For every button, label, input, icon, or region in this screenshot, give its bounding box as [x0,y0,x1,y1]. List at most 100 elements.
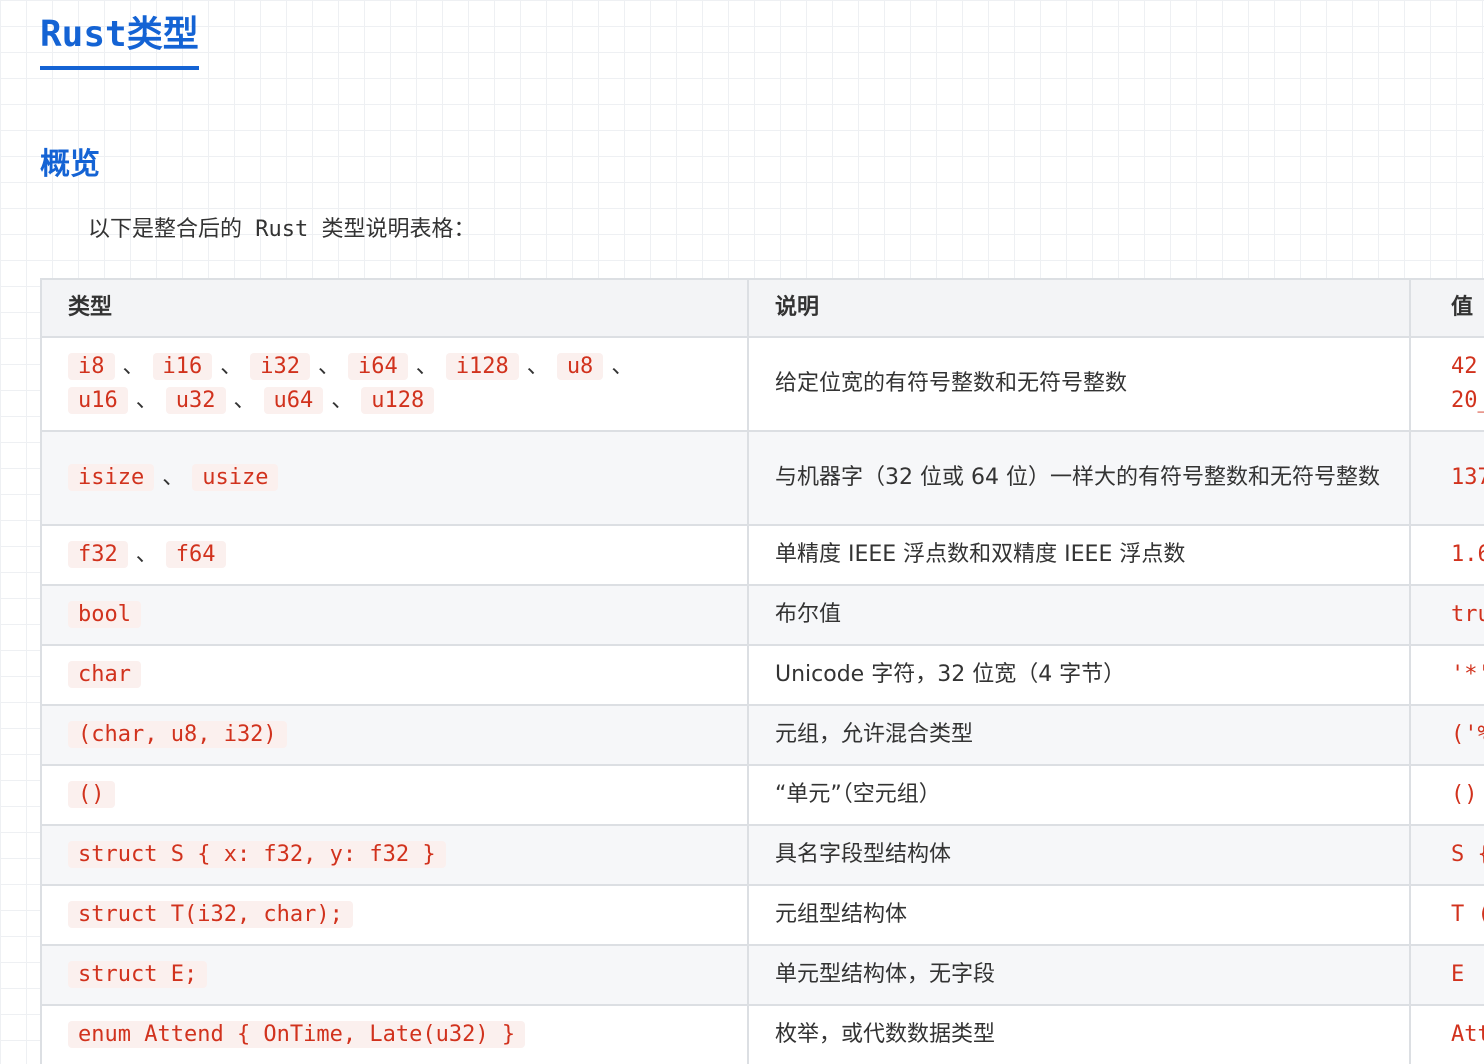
type-cell: struct E; [40,944,749,1006]
header-description: 说明 [747,278,1411,338]
type-code: () [68,781,115,808]
value-text: Att [1451,1022,1484,1047]
table-row: enum Attend { OnTime, Late(u32) } 枚举，或代数数… [40,1004,1484,1064]
rust-types-table: 类型 说明 值 i8 、 i16 、 i32 、 i64 、 i128 、 u8 、 u16 、 u32 、 u… [40,278,1484,1064]
table-row: struct E; 单元型结构体，无字段 E [40,944,1484,1006]
type-separator: 、 [220,354,243,379]
type-code: u16 [68,387,128,414]
type-code: f32 [68,541,128,568]
type-code: i128 [445,353,519,380]
type-code: struct E; [68,961,208,988]
document-page: Rust类型 概览 以下是整合后的 Rust 类型说明表格： 类型 说明 值 i… [40,0,1484,1064]
type-code: f64 [165,541,226,568]
header-value: 值 [1409,278,1484,338]
value-cell: ('% [1409,704,1484,766]
value-cell: T ( [1409,884,1484,946]
type-code: i32 [250,353,311,380]
types-table-container: 类型 说明 值 i8 、 i16 、 i32 、 i64 、 i128 、 u8 、 u16 、 u32 、 u… [40,278,1484,1064]
type-code: i64 [348,353,408,380]
type-code: enum Attend { OnTime, Late(u32) } [68,1021,526,1048]
value-text: S { [1451,842,1484,867]
type-cell: i8 、 i16 、 i32 、 i64 、 i128 、 u8 、 u16 、 u32 、 u64 、 u128 [40,336,749,432]
value-cell: 1.6 [1409,524,1484,586]
value-text: ('% [1451,722,1484,747]
value-text: E [1451,962,1465,987]
intro-paragraph: 以下是整合后的 Rust 类型说明表格： [88,217,476,242]
value-text: 20_ [1451,388,1484,413]
type-cell: bool [40,584,749,646]
type-code: i16 [152,353,213,380]
table-row: bool 布尔值 tru [40,584,1484,646]
type-cell: (char, u8, i32) [40,704,749,766]
type-code: usize [192,464,279,491]
description-cell: “单元”（空元组） [747,764,1411,826]
type-separator: 、 [162,465,185,490]
type-cell: struct S { x: f32, y: f32 } [40,824,749,886]
description-cell: 布尔值 [747,584,1411,646]
header-type: 类型 [40,278,749,338]
value-cell: () [1409,764,1484,826]
table-row: struct S { x: f32, y: f32 } 具名字段型结构体 S { [40,824,1484,886]
value-text: 42 [1451,354,1478,379]
value-text: T ( [1451,902,1484,927]
type-separator: 、 [331,388,354,413]
type-separator: 、 [135,542,158,567]
type-code: bool [68,601,141,628]
type-cell: f32 、 f64 [40,524,749,586]
type-separator: 、 [526,354,549,379]
value-cell: 4220_ [1409,336,1484,432]
value-cell: S { [1409,824,1484,886]
type-code: isize [68,464,155,491]
table-row: () “单元”（空元组） () [40,764,1484,826]
value-cell: '*' [1409,644,1484,706]
table-row: isize 、 usize 与机器字（32 位或 64 位）一样大的有符号整数和无符号… [40,430,1484,526]
value-text: () [1451,782,1478,807]
type-code: u8 [556,353,604,380]
description-cell: 枚举，或代数数据类型 [747,1004,1411,1064]
description-cell: Unicode 字符，32 位宽（4 字节） [747,644,1411,706]
type-cell: () [40,764,749,826]
type-code: u128 [361,387,435,414]
description-cell: 与机器字（32 位或 64 位）一样大的有符号整数和无符号整数 [747,430,1411,526]
table-row: i8 、 i16 、 i32 、 i64 、 i128 、 u8 、 u16 、 u32 、 u64 、 u128 给… [40,336,1484,432]
value-text: 137 [1451,465,1484,490]
description-cell: 单精度 IEEE 浮点数和双精度 IEEE 浮点数 [747,524,1411,586]
description-cell: 元组，允许混合类型 [747,704,1411,766]
table-row: char Unicode 字符，32 位宽（4 字节） '*' [40,644,1484,706]
type-code: char [68,661,141,688]
table-row: (char, u8, i32) 元组，允许混合类型 ('% [40,704,1484,766]
type-separator: 、 [233,388,256,413]
table-row: struct T(i32, char); 元组型结构体 T ( [40,884,1484,946]
type-cell: isize 、 usize [40,430,749,526]
type-cell: char [40,644,749,706]
value-text: tru [1451,602,1484,627]
section-heading-overview: 概览 [40,147,100,182]
type-code: u32 [165,387,226,414]
value-text: '*' [1451,662,1484,687]
table-body: i8 、 i16 、 i32 、 i64 、 i128 、 u8 、 u16 、 u32 、 u64 、 u128 给… [40,336,1484,1064]
table-header: 类型 说明 值 [40,278,1484,338]
table-header-row: 类型 说明 值 [40,278,1484,338]
type-separator: 、 [135,388,158,413]
type-cell: enum Attend { OnTime, Late(u32) } [40,1004,749,1064]
value-cell: E [1409,944,1484,1006]
type-separator: 、 [122,354,145,379]
value-cell: Att [1409,1004,1484,1064]
type-code: i8 [68,353,115,380]
type-code: u64 [263,387,324,414]
type-code: struct T(i32, char); [68,901,353,928]
page-title: Rust类型 [40,10,199,70]
type-code: (char, u8, i32) [68,721,287,748]
table-row: f32 、 f64 单精度 IEEE 浮点数和双精度 IEEE 浮点数 1.6 [40,524,1484,586]
description-cell: 给定位宽的有符号整数和无符号整数 [747,336,1411,432]
type-cell: struct T(i32, char); [40,884,749,946]
description-cell: 具名字段型结构体 [747,824,1411,886]
description-cell: 单元型结构体，无字段 [747,944,1411,1006]
type-separator: 、 [611,354,634,379]
type-code: struct S { x: f32, y: f32 } [68,841,446,868]
value-cell: 137 [1409,430,1484,526]
value-cell: tru [1409,584,1484,646]
type-separator: 、 [318,354,341,379]
type-separator: 、 [415,354,438,379]
description-cell: 元组型结构体 [747,884,1411,946]
